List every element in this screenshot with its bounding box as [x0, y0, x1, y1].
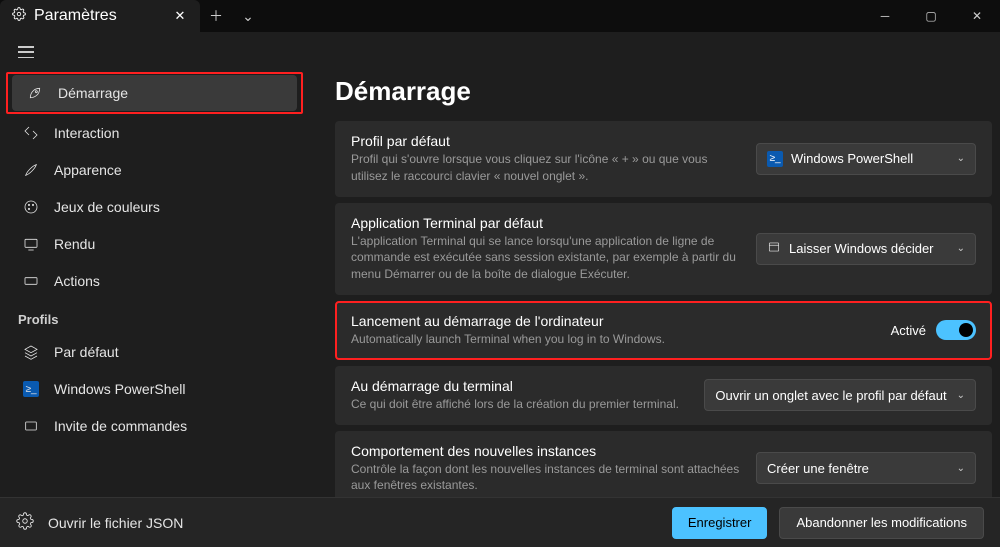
card-title: Au démarrage du terminal [351, 378, 688, 394]
card-default-profile: Profil par défaut Profil qui s'ouvre lor… [335, 121, 992, 197]
discard-button[interactable]: Abandonner les modifications [779, 507, 984, 539]
monitor-icon [22, 236, 40, 252]
sidebar-item-rendu[interactable]: Rendu [8, 226, 301, 262]
dropdown-value: Laisser Windows décider [789, 241, 934, 256]
chevron-down-icon: ⌄ [957, 390, 965, 401]
cmd-icon [22, 418, 40, 434]
toggle-state-label: Activé [891, 323, 926, 338]
footer: Ouvrir le fichier JSON Enregistrer Aband… [0, 497, 1000, 547]
new-tab-button[interactable]: ＋ [200, 0, 232, 32]
card-title: Comportement des nouvelles instances [351, 443, 740, 459]
powershell-icon: ≥_ [22, 381, 40, 397]
dropdown-value: Ouvrir un onglet avec le profil par défa… [715, 388, 946, 403]
sidebar-label: Actions [54, 273, 100, 289]
sidebar-label: Invite de commandes [54, 418, 187, 434]
powershell-icon: ≥_ [767, 151, 783, 167]
minimize-button[interactable]: ─ [862, 0, 908, 32]
tab-dropdown-button[interactable]: ⌄ [232, 0, 264, 32]
default-terminal-dropdown[interactable]: Laisser Windows décider ⌄ [756, 233, 976, 265]
gear-icon [12, 7, 26, 26]
dropdown-value: Windows PowerShell [791, 151, 913, 166]
sidebar-label: Par défaut [54, 344, 119, 360]
sidebar-label: Rendu [54, 236, 95, 252]
open-json-label: Ouvrir le fichier JSON [48, 515, 183, 531]
hamburger-icon [18, 46, 34, 58]
sidebar-label: Apparence [54, 162, 122, 178]
terminal-start-dropdown[interactable]: Ouvrir un onglet avec le profil par défa… [704, 379, 976, 411]
sidebar-profile-default[interactable]: Par défaut [8, 334, 301, 370]
sidebar-label: Interaction [54, 125, 119, 141]
sidebar-section-profils: Profils [4, 300, 305, 333]
sidebar-item-couleurs[interactable]: Jeux de couleurs [8, 189, 301, 225]
launch-startup-toggle[interactable] [936, 320, 976, 340]
content: Démarrage Profil par défaut Profil qui s… [305, 72, 1000, 497]
dropdown-value: Créer une fenêtre [767, 461, 869, 476]
card-title: Lancement au démarrage de l'ordinateur [351, 313, 875, 329]
sidebar-item-actions[interactable]: Actions [8, 263, 301, 299]
chevron-down-icon: ⌄ [957, 243, 965, 254]
window-icon [767, 240, 781, 257]
palette-icon [22, 199, 40, 215]
maximize-button[interactable]: ▢ [908, 0, 954, 32]
sidebar-profile-cmd[interactable]: Invite de commandes [8, 408, 301, 444]
titlebar: Paramètres ✕ ＋ ⌄ ─ ▢ ✕ [0, 0, 1000, 32]
card-desc: Automatically launch Terminal when you l… [351, 331, 875, 348]
card-title: Profil par défaut [351, 133, 740, 149]
card-desc: Ce qui doit être affiché lors de la créa… [351, 396, 688, 413]
sidebar-label: Démarrage [58, 85, 128, 101]
sidebar-item-interaction[interactable]: Interaction [8, 115, 301, 151]
card-new-instance: Comportement des nouvelles instances Con… [335, 431, 992, 497]
save-button[interactable]: Enregistrer [672, 507, 768, 539]
card-terminal-start: Au démarrage du terminal Ce qui doit êtr… [335, 366, 992, 425]
default-profile-dropdown[interactable]: ≥_ Windows PowerShell ⌄ [756, 143, 976, 175]
sidebar: Démarrage Interaction Apparence Jeux de … [0, 72, 305, 497]
card-launch-startup: Lancement au démarrage de l'ordinateur A… [335, 301, 992, 360]
menu-button[interactable] [0, 32, 1000, 72]
keyboard-icon [22, 273, 40, 289]
interaction-icon [22, 125, 40, 141]
card-desc: L'application Terminal qui se lance lors… [351, 233, 740, 283]
main-area: Démarrage Interaction Apparence Jeux de … [0, 72, 1000, 497]
close-tab-button[interactable]: ✕ [172, 8, 188, 24]
rocket-icon [26, 85, 44, 101]
sidebar-profile-powershell[interactable]: ≥_ Windows PowerShell [8, 371, 301, 407]
card-title: Application Terminal par défaut [351, 215, 740, 231]
tab-title: Paramètres [34, 7, 117, 25]
page-title: Démarrage [335, 76, 992, 107]
brush-icon [22, 162, 40, 178]
open-json-button[interactable]: Ouvrir le fichier JSON [16, 512, 183, 533]
sidebar-item-demarrage[interactable]: Démarrage [12, 75, 297, 111]
card-desc: Profil qui s'ouvre lorsque vous cliquez … [351, 151, 740, 185]
gear-icon [16, 512, 34, 533]
card-default-terminal: Application Terminal par défaut L'applic… [335, 203, 992, 295]
sidebar-label: Jeux de couleurs [54, 199, 160, 215]
sidebar-item-apparence[interactable]: Apparence [8, 152, 301, 188]
sidebar-label: Windows PowerShell [54, 381, 186, 397]
window-controls: ─ ▢ ✕ [862, 0, 1000, 32]
tab-settings[interactable]: Paramètres ✕ [0, 0, 200, 32]
card-desc: Contrôle la façon dont les nouvelles ins… [351, 461, 740, 495]
close-window-button[interactable]: ✕ [954, 0, 1000, 32]
highlight-demarrage: Démarrage [6, 72, 303, 114]
layers-icon [22, 344, 40, 360]
chevron-down-icon: ⌄ [957, 463, 965, 474]
new-instance-dropdown[interactable]: Créer une fenêtre ⌄ [756, 452, 976, 484]
chevron-down-icon: ⌄ [957, 153, 965, 164]
